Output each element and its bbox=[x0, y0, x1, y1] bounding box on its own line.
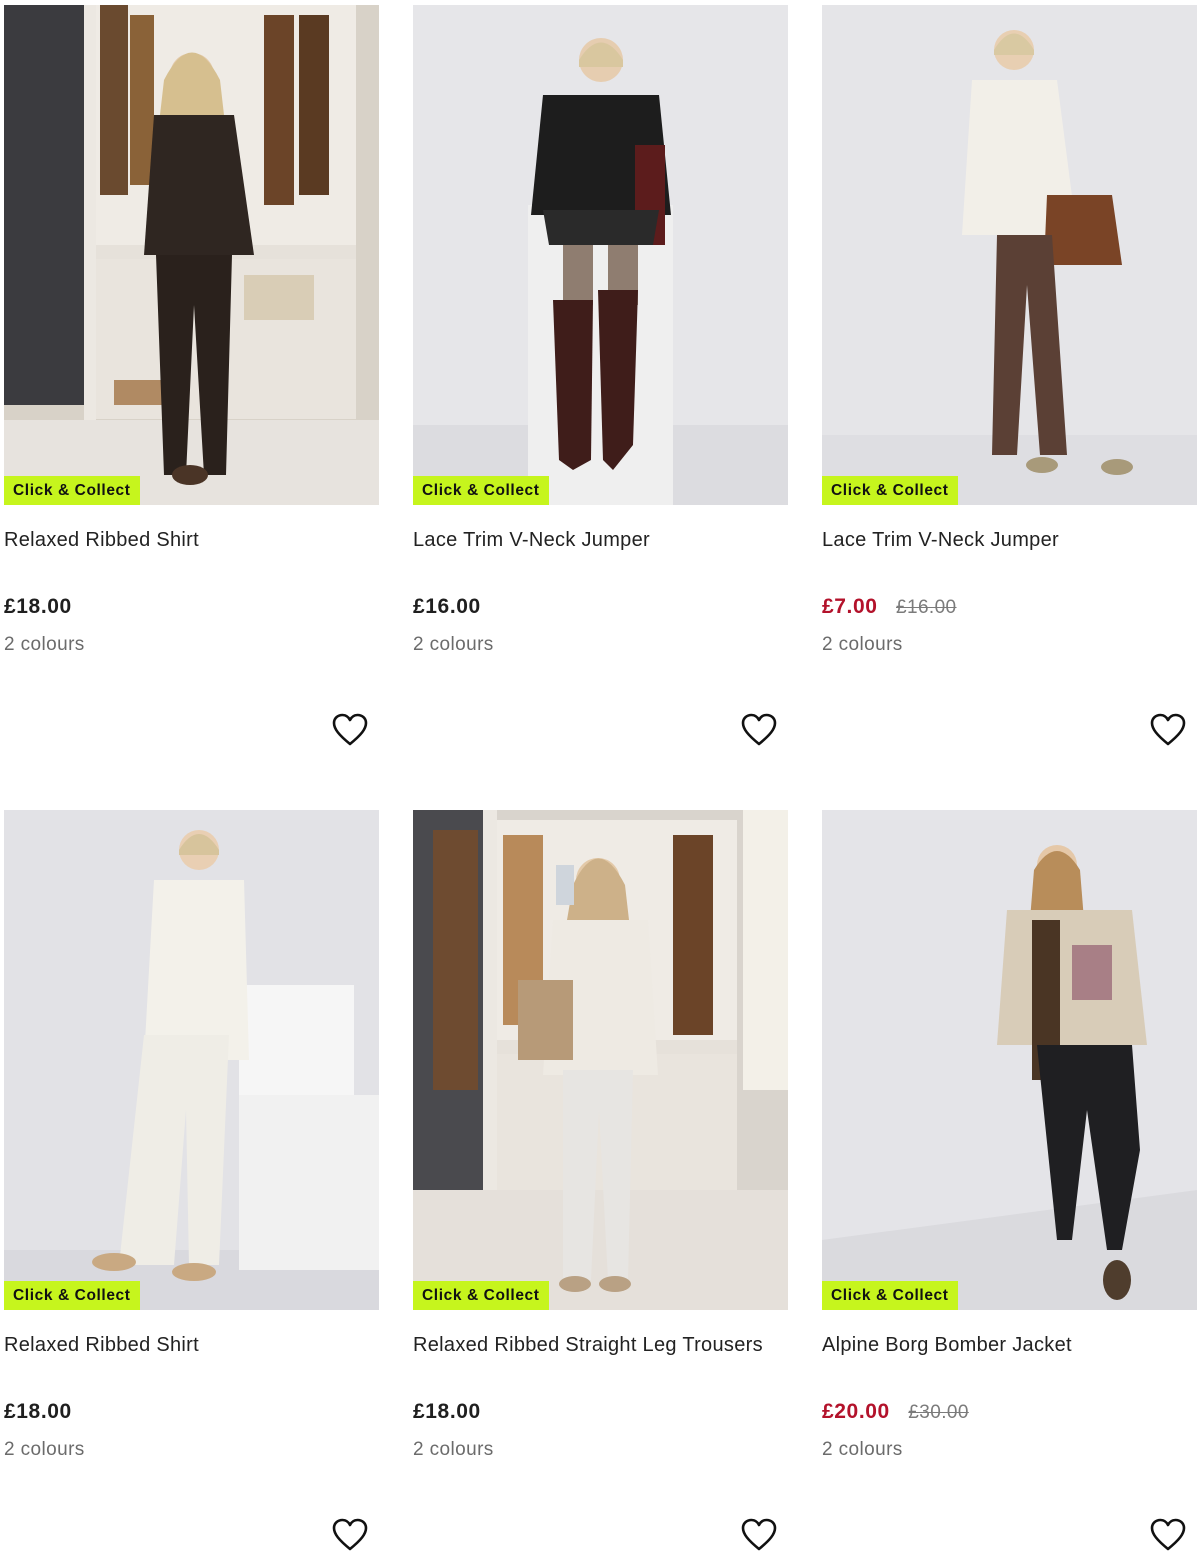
colour-count: 2 colours bbox=[413, 634, 494, 655]
product-grid: Click & Collect Relaxed Ribbed Shirt £18… bbox=[0, 0, 1200, 1553]
price-row: £18.00 bbox=[4, 595, 72, 623]
model-photo-icon bbox=[4, 5, 379, 505]
product-name[interactable]: Relaxed Ribbed Shirt bbox=[4, 529, 199, 552]
was-price: £16.00 bbox=[896, 597, 957, 618]
heart-icon bbox=[332, 713, 368, 746]
wishlist-button[interactable] bbox=[332, 713, 368, 747]
price-row: £16.00 bbox=[413, 595, 481, 623]
heart-icon bbox=[741, 713, 777, 746]
product-price: £18.00 bbox=[413, 1400, 481, 1423]
heart-icon bbox=[741, 1518, 777, 1551]
product-image[interactable]: Click & Collect bbox=[413, 5, 788, 505]
price-row: £18.00 bbox=[413, 1400, 481, 1428]
was-price: £30.00 bbox=[908, 1402, 969, 1423]
product-image[interactable]: Click & Collect bbox=[822, 810, 1197, 1310]
colour-count: 2 colours bbox=[4, 634, 85, 655]
wishlist-button[interactable] bbox=[741, 713, 777, 747]
click-collect-badge: Click & Collect bbox=[413, 476, 549, 505]
colour-count: 2 colours bbox=[822, 634, 903, 655]
colour-count: 2 colours bbox=[822, 1439, 903, 1460]
sale-price: £20.00 bbox=[822, 1400, 890, 1423]
product-card[interactable]: Click & Collect Relaxed Ribbed Straight … bbox=[413, 810, 788, 1553]
click-collect-badge: Click & Collect bbox=[4, 1281, 140, 1310]
click-collect-badge: Click & Collect bbox=[413, 1281, 549, 1310]
wishlist-button[interactable] bbox=[1150, 1518, 1186, 1552]
model-photo-icon bbox=[822, 810, 1197, 1310]
click-collect-badge: Click & Collect bbox=[4, 476, 140, 505]
heart-icon bbox=[1150, 713, 1186, 746]
product-name[interactable]: Relaxed Ribbed Straight Leg Trousers bbox=[413, 1334, 763, 1357]
model-photo-icon bbox=[413, 5, 788, 505]
product-card[interactable]: Click & Collect Lace Trim V-Neck Jumper … bbox=[413, 5, 788, 765]
heart-icon bbox=[1150, 1518, 1186, 1551]
product-image[interactable]: Click & Collect bbox=[822, 5, 1197, 505]
model-photo-icon bbox=[413, 810, 788, 1310]
model-photo-icon bbox=[822, 5, 1197, 505]
product-card[interactable]: Click & Collect Relaxed Ribbed Shirt £18… bbox=[4, 810, 379, 1553]
model-photo-icon bbox=[4, 810, 379, 1310]
product-card[interactable]: Click & Collect Lace Trim V-Neck Jumper … bbox=[822, 5, 1197, 765]
wishlist-button[interactable] bbox=[741, 1518, 777, 1552]
product-image[interactable]: Click & Collect bbox=[4, 5, 379, 505]
price-row: £20.00 £30.00 bbox=[822, 1400, 969, 1428]
colour-count: 2 colours bbox=[413, 1439, 494, 1460]
product-name[interactable]: Lace Trim V-Neck Jumper bbox=[413, 529, 650, 552]
product-price: £16.00 bbox=[413, 595, 481, 618]
click-collect-badge: Click & Collect bbox=[822, 1281, 958, 1310]
product-name[interactable]: Alpine Borg Bomber Jacket bbox=[822, 1334, 1072, 1357]
product-name[interactable]: Relaxed Ribbed Shirt bbox=[4, 1334, 199, 1357]
product-image[interactable]: Click & Collect bbox=[4, 810, 379, 1310]
heart-icon bbox=[332, 1518, 368, 1551]
sale-price: £7.00 bbox=[822, 595, 878, 618]
price-row: £7.00 £16.00 bbox=[822, 595, 957, 623]
price-row: £18.00 bbox=[4, 1400, 72, 1428]
colour-count: 2 colours bbox=[4, 1439, 85, 1460]
wishlist-button[interactable] bbox=[332, 1518, 368, 1552]
product-name[interactable]: Lace Trim V-Neck Jumper bbox=[822, 529, 1059, 552]
product-price: £18.00 bbox=[4, 1400, 72, 1423]
click-collect-badge: Click & Collect bbox=[822, 476, 958, 505]
product-image[interactable]: Click & Collect bbox=[413, 810, 788, 1310]
product-price: £18.00 bbox=[4, 595, 72, 618]
wishlist-button[interactable] bbox=[1150, 713, 1186, 747]
product-card[interactable]: Click & Collect Alpine Borg Bomber Jacke… bbox=[822, 810, 1197, 1553]
product-card[interactable]: Click & Collect Relaxed Ribbed Shirt £18… bbox=[4, 5, 379, 765]
